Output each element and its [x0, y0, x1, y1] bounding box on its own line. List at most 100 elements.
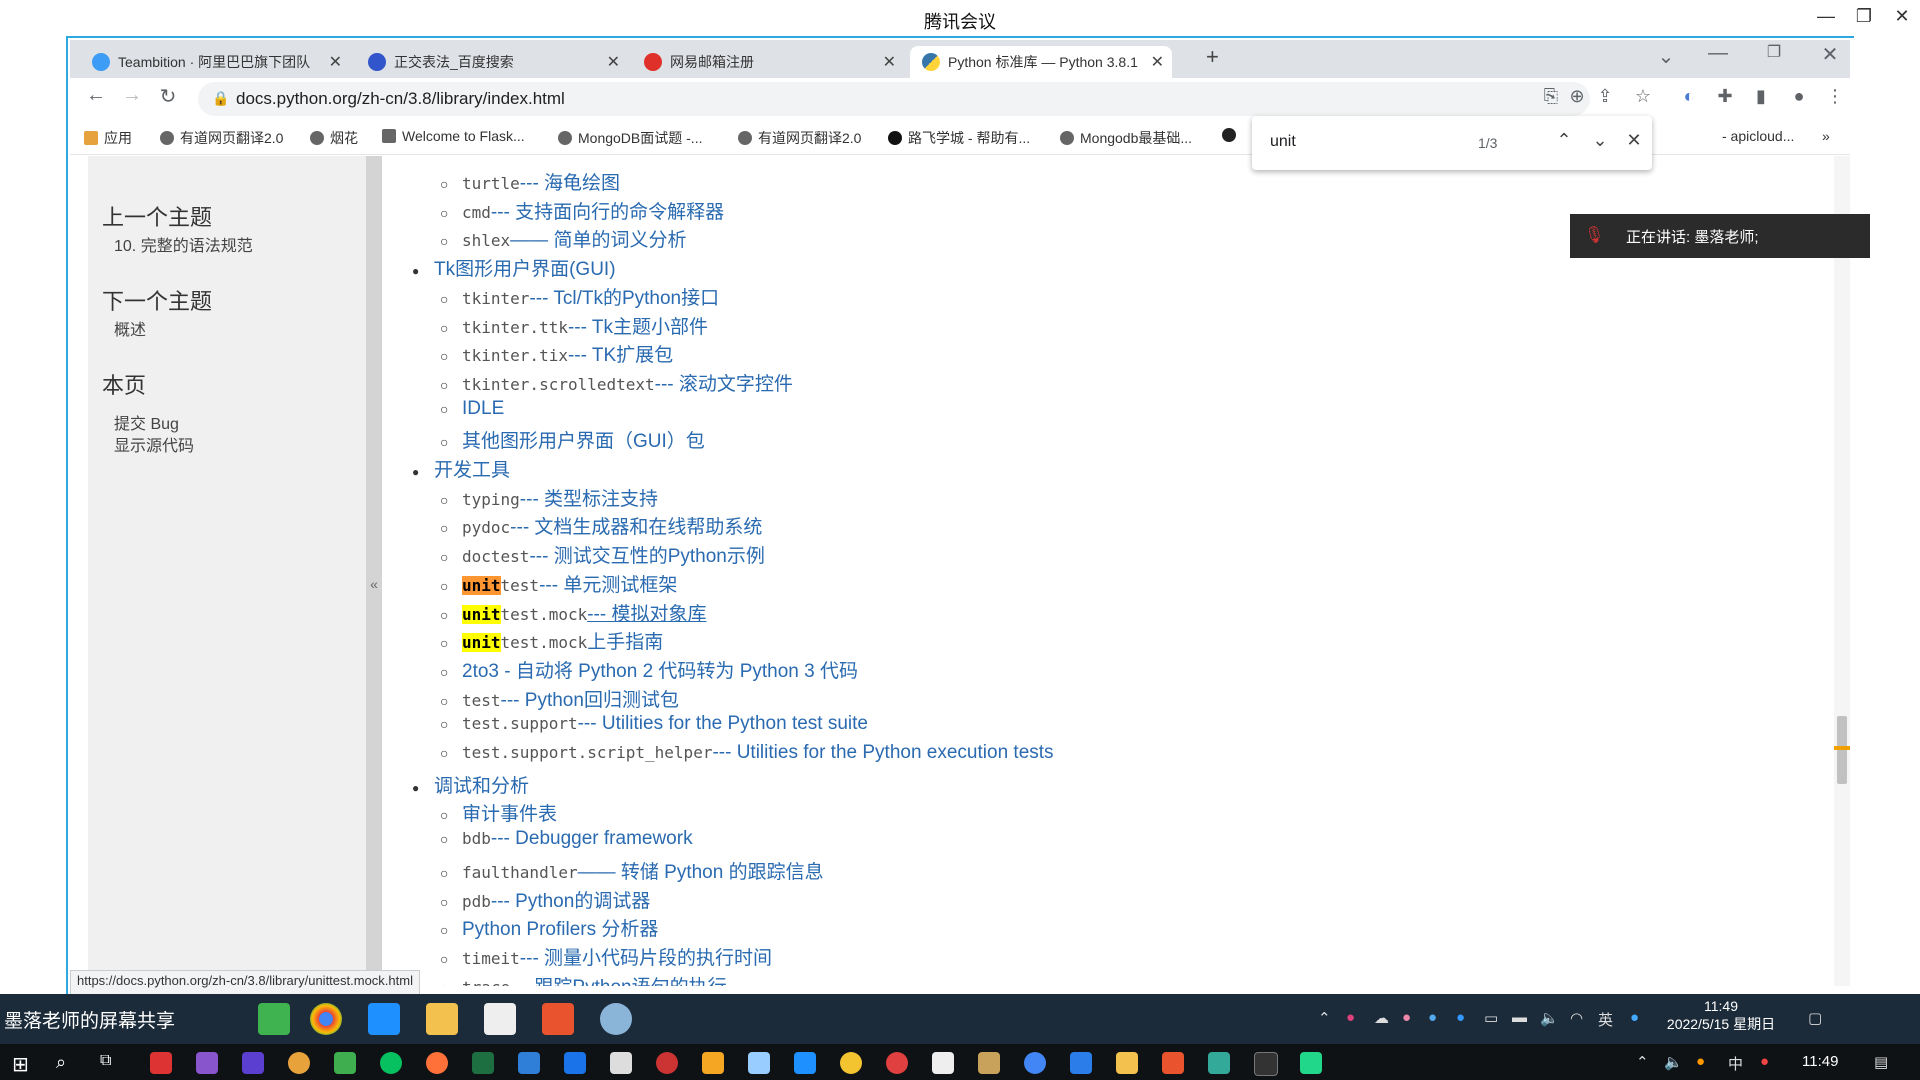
report-bug-link[interactable]: 提交 Bug — [114, 410, 179, 434]
app-icon[interactable] — [600, 1003, 632, 1035]
share-icon[interactable]: ⇪ — [1592, 86, 1618, 107]
tab-search-icon[interactable]: ⌄ — [1652, 44, 1680, 69]
volume-icon[interactable]: 🔈 — [1540, 1009, 1559, 1027]
file-explorer-icon[interactable] — [426, 1003, 458, 1035]
toc-item[interactable]: ○ tkinter --- Tcl/Tk的Python接口 — [440, 283, 719, 310]
app-icon[interactable] — [886, 1052, 908, 1074]
tab-teambition[interactable]: Teambition · 阿里巴巴旗下团队 ✕ — [82, 46, 350, 78]
tray-app-icon[interactable]: ● — [1402, 1009, 1411, 1026]
find-next-icon[interactable]: ⌄ — [1588, 130, 1612, 151]
terminal-icon[interactable] — [1254, 1052, 1278, 1076]
battery-icon[interactable]: ▬ — [1512, 1009, 1527, 1026]
xmind-icon[interactable] — [542, 1003, 574, 1035]
xmind-icon[interactable] — [1162, 1052, 1184, 1074]
notification-icon[interactable]: ▢ — [1808, 1009, 1822, 1027]
toc-item[interactable]: ○ unit test --- 单元测试框架 — [440, 570, 677, 597]
find-input[interactable]: unit — [1270, 133, 1296, 151]
tencent-meeting-icon[interactable] — [794, 1052, 816, 1074]
typora-icon[interactable] — [932, 1052, 954, 1074]
tray-app-icon[interactable]: ● — [1346, 1009, 1355, 1026]
tab-netease-mail[interactable]: 网易邮箱注册 ✕ — [634, 46, 904, 78]
toc-item[interactable]: ○ pdb --- Python的调试器 — [440, 886, 650, 913]
app-icon[interactable] — [518, 1052, 540, 1074]
chrome-icon[interactable] — [1024, 1052, 1046, 1074]
extension-translate-icon[interactable]: ◐ — [1676, 86, 1702, 107]
ime-language[interactable]: 英 — [1598, 1009, 1613, 1030]
toc-item[interactable]: ○ doctest --- 测试交互性的Python示例 — [440, 541, 765, 568]
tab-close-icon[interactable]: ✕ — [1151, 52, 1164, 72]
bookmark-fireworks[interactable]: 烟花 — [310, 128, 358, 148]
ime-language[interactable]: 中 — [1728, 1053, 1743, 1074]
sidebar-collapse-handle[interactable]: « — [366, 156, 382, 986]
tray-app-icon[interactable]: ● — [1630, 1009, 1639, 1026]
show-source-link[interactable]: 显示源代码 — [114, 432, 194, 456]
toc-item[interactable]: ○ 审计事件表 — [440, 799, 557, 826]
browser-restore-icon[interactable]: ❐ — [1760, 42, 1788, 62]
wifi-icon[interactable]: ◠ — [1570, 1009, 1583, 1027]
toc-item[interactable]: ○ timeit --- 测量小代码片段的执行时间 — [440, 943, 772, 970]
toc-item[interactable]: ○ typing --- 类型标注支持 — [440, 484, 658, 511]
url-text[interactable]: docs.python.org/zh-cn/3.8/library/index.… — [236, 89, 565, 109]
cloud-icon[interactable]: ☁ — [1374, 1009, 1389, 1027]
tencent-meeting-icon[interactable] — [368, 1003, 400, 1035]
zoom-icon[interactable]: ⊕ — [1564, 86, 1590, 107]
excel-icon[interactable] — [472, 1052, 494, 1074]
url-omnibox[interactable]: 🔒 docs.python.org/zh-cn/3.8/library/inde… — [198, 82, 1590, 116]
toc-item[interactable]: ○ 2to3 - 自动将 Python 2 代码转为 Python 3 代码 — [440, 656, 858, 683]
toc-item[interactable]: ○ faulthandler —— 转储 Python 的跟踪信息 — [440, 857, 824, 884]
toc-category[interactable]: ● 开发工具 — [412, 455, 510, 482]
bookmark-youdao-2[interactable]: 有道网页翻译2.0 — [738, 128, 861, 148]
bookmark-apicloud[interactable]: - apicloud... — [1722, 128, 1794, 144]
back-icon[interactable]: ← — [82, 84, 110, 107]
app-icon[interactable] — [656, 1052, 678, 1074]
task-view-icon[interactable]: ⧉ — [100, 1052, 122, 1074]
tab-close-icon[interactable]: ✕ — [607, 52, 620, 72]
chrome-icon[interactable] — [310, 1003, 342, 1035]
next-topic-link[interactable]: 概述 — [114, 316, 146, 340]
toc-category[interactable]: ● 调试和分析 — [412, 771, 529, 798]
forward-icon[interactable]: → — [118, 84, 146, 107]
app-icon[interactable] — [1208, 1052, 1230, 1074]
search-icon[interactable]: ⌕ — [56, 1052, 78, 1074]
toc-item[interactable]: ○ 其他图形用户界面（GUI）包 — [440, 426, 705, 453]
toc-item[interactable]: ○ unit test.mock 上手指南 — [440, 627, 663, 654]
bookmark-github[interactable] — [1222, 128, 1242, 142]
scrollbar-thumb[interactable] — [1837, 716, 1847, 784]
bookmark-flask[interactable]: Welcome to Flask... — [382, 128, 525, 144]
toc-item[interactable]: ○ bdb --- Debugger framework — [440, 828, 693, 850]
prev-topic-link[interactable]: 10. 完整的语法规范 — [114, 232, 253, 256]
app-icon[interactable] — [978, 1052, 1000, 1074]
bookmark-luffy[interactable]: 路飞学城 - 帮助有... — [888, 128, 1030, 148]
app-icon[interactable] — [610, 1052, 632, 1074]
extensions-puzzle-icon[interactable]: ✚ — [1712, 86, 1738, 107]
side-panel-icon[interactable]: ▮ — [1748, 86, 1774, 107]
find-prev-icon[interactable]: ⌃ — [1552, 130, 1576, 151]
tab-baidu[interactable]: 正交表法_百度搜索 ✕ — [358, 46, 628, 78]
bookmark-mongodb-interview[interactable]: MongoDB面试题 -... — [558, 128, 702, 148]
tray-expand-icon[interactable]: ⌃ — [1318, 1009, 1331, 1027]
app-icon[interactable] — [258, 1003, 290, 1035]
toc-item[interactable]: ○ cmd --- 支持面向行的命令解释器 — [440, 197, 724, 224]
notepad-icon[interactable] — [334, 1052, 356, 1074]
typora-icon[interactable] — [484, 1003, 516, 1035]
app-icon[interactable] — [150, 1052, 172, 1074]
windows-start-icon[interactable]: ⊞ — [12, 1052, 34, 1076]
toc-item[interactable]: ○ tkinter.scrolledtext --- 滚动文字控件 — [440, 369, 793, 396]
app-icon[interactable] — [564, 1052, 586, 1074]
toc-item[interactable]: ○ IDLE — [440, 398, 504, 420]
file-explorer-icon[interactable] — [1116, 1052, 1138, 1074]
toc-item[interactable]: ○ pydoc --- 文档生成器和在线帮助系统 — [440, 512, 762, 539]
app-icon[interactable] — [1070, 1052, 1092, 1074]
app-icon[interactable] — [748, 1052, 770, 1074]
app-icon[interactable] — [196, 1052, 218, 1074]
pycharm-icon[interactable] — [1300, 1052, 1322, 1074]
toc-category[interactable]: ● Tk图形用户界面(GUI) — [412, 254, 616, 281]
toc-item[interactable]: ○ Python Profilers 分析器 — [440, 914, 658, 941]
toc-item[interactable]: ○ test --- Python回归测试包 — [440, 685, 679, 712]
bookmark-apps[interactable]: 应用 — [84, 128, 132, 148]
collapse-chevron-icon[interactable]: « — [366, 576, 382, 592]
browser-minimize-icon[interactable]: — — [1704, 42, 1732, 65]
find-in-page-icon[interactable]: ⎘ — [1538, 86, 1564, 107]
browser-close-icon[interactable]: ✕ — [1816, 42, 1844, 67]
window-icon[interactable]: ▭ — [1484, 1009, 1498, 1027]
